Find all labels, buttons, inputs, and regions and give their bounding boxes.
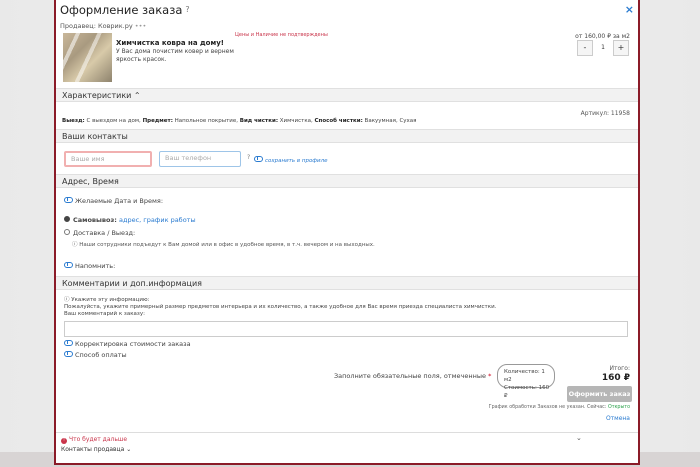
warning-icon: ! xyxy=(61,438,67,444)
attr-key: Предмет: xyxy=(142,118,173,124)
pickup-label: Самовывоз: xyxy=(73,216,117,224)
delivery-note: ⓘ Наши сотрудники подъедут к Вам домой и… xyxy=(72,240,375,248)
attr-value: Напольное покрытие, xyxy=(174,118,238,124)
product-image[interactable] xyxy=(63,33,112,82)
comment-hint-title: ⓘ Укажите эту информацию: xyxy=(64,297,624,304)
comment-hint: ⓘ Укажите эту информацию: Пожалуйста, ук… xyxy=(64,297,624,318)
price-adjust-label: Корректировка стоимости заказа xyxy=(75,340,191,348)
attr-value: Вакуумная, Сухая xyxy=(364,118,417,124)
seller-dots: ••• xyxy=(134,22,147,30)
contacts-header: Ваши контакты xyxy=(56,129,638,143)
seller-contacts-toggle[interactable]: Контакты продавца ⌄ xyxy=(61,446,131,453)
qty-minus-button[interactable]: - xyxy=(577,40,593,56)
unit-price: от 160,00 ₽ за м2 xyxy=(575,33,630,40)
footer-divider xyxy=(56,432,638,433)
schedule-note: График обработки Заказов не указан. Сейч… xyxy=(489,405,630,410)
desired-date-label: Желаемые Дата и Время: xyxy=(75,197,164,205)
comment-textarea[interactable] xyxy=(64,321,628,337)
phone-input[interactable]: Ваш телефон xyxy=(159,151,241,167)
qty-plus-button[interactable]: + xyxy=(613,40,629,56)
name-input[interactable]: Ваше имя xyxy=(64,151,152,167)
delivery-label: Доставка / Выезд: xyxy=(73,229,136,237)
delivery-note-text: Наши сотрудники подъедут к Вам домой или… xyxy=(79,242,375,248)
attr-key: Выезд: xyxy=(62,118,85,124)
modal-title: Оформление заказа? xyxy=(60,3,190,17)
price-adjust-link[interactable]: Корректировка стоимости заказа xyxy=(64,340,191,348)
link-icon xyxy=(64,262,73,268)
save-to-profile-label: сохранить в профиле xyxy=(265,158,328,164)
link-icon xyxy=(254,156,263,162)
required-star: * xyxy=(488,372,492,380)
attr-key: Вид чистки: xyxy=(239,118,279,124)
pickup-address-link[interactable]: адрес, график работы xyxy=(119,216,196,224)
seller-line: Продавец: Коврик.ру ••• xyxy=(60,22,146,30)
close-button[interactable]: × xyxy=(625,3,634,16)
link-icon xyxy=(64,351,73,357)
product-description: У Вас дома почистим ковер и вернем яркос… xyxy=(116,48,234,63)
remind-label: Напомнить: xyxy=(75,262,116,270)
payment-method-label: Способ оплаты xyxy=(75,351,127,359)
attr-value: С выездом на дом, xyxy=(86,118,141,124)
quantity-stepper: - 1 + xyxy=(577,40,629,56)
seller-text: Продавец: Коврик.ру xyxy=(60,22,133,30)
summary-quantity: Количество: 1 м2 xyxy=(504,369,545,383)
pickup-radio[interactable] xyxy=(64,216,70,222)
pickup-option[interactable]: Самовывоз: адрес, график работы xyxy=(64,216,196,224)
comment-hint-title-text: Укажите эту информацию: xyxy=(71,297,150,303)
phone-help-icon[interactable]: ? xyxy=(247,154,250,161)
chevron-down-icon[interactable]: ⌄ xyxy=(576,434,582,442)
required-fields-note: Заполните обязательные поля, отмеченные … xyxy=(334,372,491,380)
article-number: Артикул: 11958 xyxy=(580,110,630,117)
delivery-option[interactable]: Доставка / Выезд: xyxy=(64,229,135,237)
what-next-toggle[interactable]: ! Что будет дальше xyxy=(61,436,127,444)
link-icon xyxy=(64,340,73,346)
what-next-label: Что будет дальше xyxy=(69,436,128,443)
modal-title-text: Оформление заказа xyxy=(60,3,183,17)
save-to-profile-link[interactable]: сохранить в профиле xyxy=(254,156,328,164)
link-icon xyxy=(64,197,73,203)
product-name[interactable]: Химчистка ковра на дому! xyxy=(116,39,224,47)
schedule-text: График обработки Заказов не указан. Сейч… xyxy=(488,405,607,410)
required-fields-text: Заполните обязательные поля, отмеченные xyxy=(334,372,486,380)
qty-value[interactable]: 1 xyxy=(593,40,613,56)
desired-date-link[interactable]: Желаемые Дата и Время: xyxy=(64,197,163,205)
total-label: Итого: xyxy=(609,365,631,372)
attr-value: Химчистка, xyxy=(279,118,313,124)
schedule-status: Открыто xyxy=(607,405,630,410)
comment-hint-body: Пожалуйста, укажите примерный размер пре… xyxy=(64,304,497,310)
attributes-line: Выезд: С выездом на дом, Предмет: Наполь… xyxy=(62,118,416,124)
remind-link[interactable]: Напомнить: xyxy=(64,262,115,270)
cancel-link[interactable]: Отмена xyxy=(606,415,630,422)
order-modal: Оформление заказа? × Продавец: Коврик.ру… xyxy=(54,0,640,465)
summary-cost: Стоимость: 160 ₽ xyxy=(504,385,550,399)
your-comment-label: Ваш комментарий к заказу: xyxy=(64,311,145,317)
attr-key: Способ чистки: xyxy=(314,118,363,124)
place-order-button[interactable]: Оформить заказ xyxy=(567,386,632,402)
characteristics-header[interactable]: Характеристики ⌃ xyxy=(56,88,638,102)
total-value: 160 ₽ xyxy=(601,373,630,383)
order-summary-badge: Количество: 1 м2 Стоимость: 160 ₽ xyxy=(497,364,555,399)
payment-method-link[interactable]: Способ оплаты xyxy=(64,351,127,359)
comments-header: Комментарии и доп.информация xyxy=(56,276,638,290)
help-icon[interactable]: ? xyxy=(185,5,189,14)
address-header: Адрес, Время xyxy=(56,174,638,188)
price-unconfirmed-note: Цены и Наличие не подтверждены xyxy=(235,32,328,38)
delivery-radio[interactable] xyxy=(64,229,70,235)
